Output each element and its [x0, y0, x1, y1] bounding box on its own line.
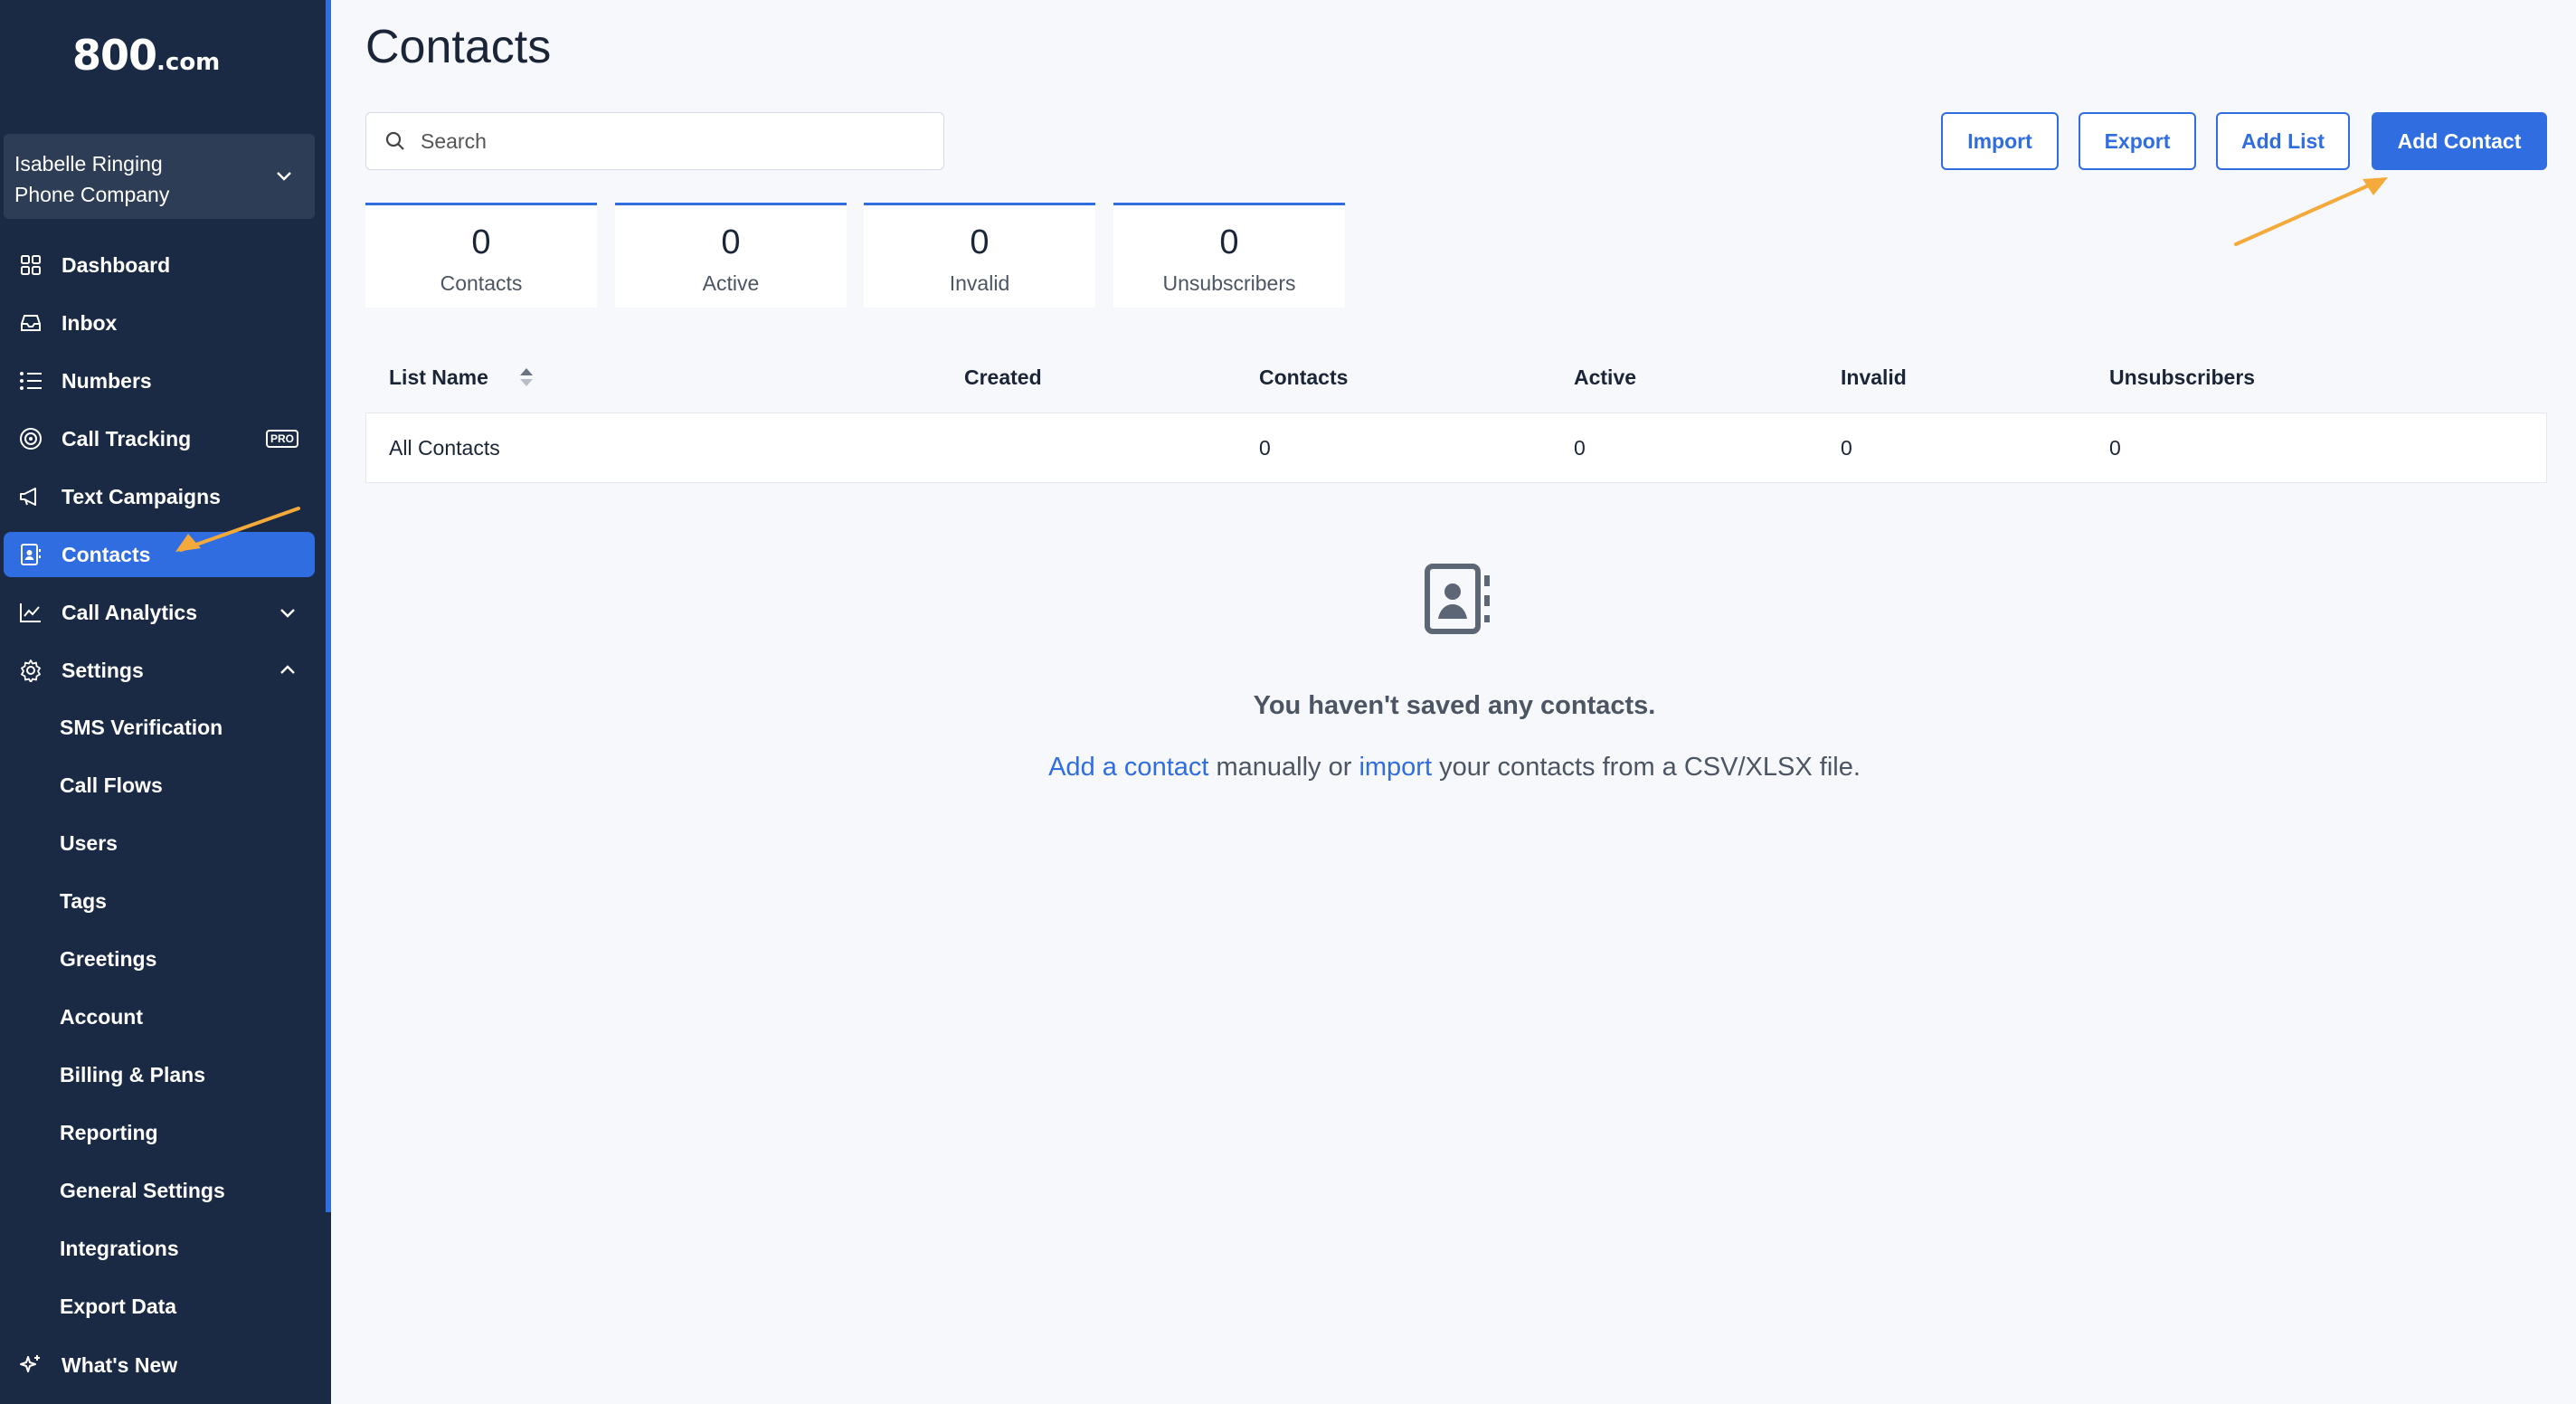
- annotation-arrow-icon: [2234, 177, 2388, 246]
- sidebar-item-call-analytics[interactable]: Call Analytics: [4, 590, 315, 635]
- sidebar-subitem-integrations[interactable]: Integrations: [60, 1228, 179, 1268]
- cell-list-name[interactable]: All Contacts: [389, 436, 500, 460]
- sidebar-subitem-account[interactable]: Account: [60, 997, 143, 1037]
- target-icon: [18, 426, 43, 451]
- line-chart-icon: [18, 600, 43, 625]
- stat-value: 0: [471, 223, 491, 261]
- table-row[interactable]: [365, 413, 2547, 483]
- sidebar-subitem-users[interactable]: Users: [60, 823, 118, 863]
- brand-logo[interactable]: 800.com: [72, 31, 220, 80]
- cell-contacts: 0: [1259, 436, 1271, 460]
- annotation-arrow-icon: [175, 507, 300, 552]
- sidebar-scrollbar[interactable]: [326, 0, 331, 1212]
- sidebar-item-settings[interactable]: Settings: [4, 648, 315, 693]
- sidebar-item-dashboard[interactable]: Dashboard: [4, 242, 315, 288]
- sidebar-item-label: Numbers: [62, 368, 152, 393]
- sidebar-subitem-greetings[interactable]: Greetings: [60, 939, 156, 979]
- sidebar-item-label: Call Analytics: [62, 600, 197, 624]
- sidebar-subitem-tags[interactable]: Tags: [60, 881, 107, 921]
- empty-state-message: Add a contact manually or import your co…: [0, 753, 2576, 783]
- sidebar-item-label: Settings: [62, 658, 144, 682]
- column-header-list-name[interactable]: List Name: [389, 365, 488, 390]
- stat-label: Active: [702, 271, 760, 295]
- sidebar-item-call-tracking[interactable]: Call Tracking PRO: [4, 416, 315, 461]
- chevron-up-icon[interactable]: [277, 659, 298, 681]
- pro-badge: PRO: [265, 430, 298, 448]
- contacts-book-icon: [1425, 564, 1490, 634]
- empty-text-2: your contacts from a CSV/XLSX file.: [1432, 753, 1861, 782]
- export-button[interactable]: Export: [2079, 112, 2196, 170]
- sidebar-subitem-general-settings[interactable]: General Settings: [60, 1171, 225, 1210]
- stat-value: 0: [970, 223, 990, 261]
- search-input[interactable]: [421, 128, 927, 154]
- megaphone-icon: [18, 484, 43, 509]
- account-name-line1: Isabelle Ringing: [14, 152, 163, 176]
- stat-card-active: 0 Active: [615, 203, 847, 308]
- stat-label: Invalid: [949, 271, 1010, 295]
- sidebar-item-label: Contacts: [62, 542, 151, 566]
- stat-value: 0: [721, 223, 741, 261]
- sidebar-subitem-reporting[interactable]: Reporting: [60, 1113, 158, 1153]
- sidebar-item-label: Dashboard: [62, 252, 171, 277]
- account-name-line2: Phone Company: [14, 183, 170, 206]
- inbox-icon: [18, 310, 43, 336]
- sidebar-item-label: Inbox: [62, 310, 118, 335]
- stat-label: Unsubscribers: [1162, 271, 1296, 295]
- stat-label: Contacts: [440, 271, 523, 295]
- empty-state-title: You haven't saved any contacts.: [1253, 691, 1656, 720]
- page-title: Contacts: [365, 21, 552, 73]
- column-header-invalid[interactable]: Invalid: [1841, 365, 1907, 390]
- add-contact-link[interactable]: Add a contact: [1048, 753, 1208, 782]
- add-list-button[interactable]: Add List: [2216, 112, 2350, 170]
- contacts-book-icon: [18, 542, 43, 567]
- search-icon: [385, 131, 404, 150]
- stat-value: 0: [1219, 223, 1239, 261]
- cell-invalid: 0: [1841, 436, 1852, 460]
- app-root: 800.com Isabelle Ringing Phone Company D…: [0, 0, 2576, 1404]
- grid-icon: [18, 252, 43, 278]
- search-box[interactable]: [365, 112, 944, 170]
- column-header-unsubscribers[interactable]: Unsubscribers: [2109, 365, 2255, 390]
- sidebar-subitem-billing-plans[interactable]: Billing & Plans: [60, 1055, 205, 1095]
- column-header-contacts[interactable]: Contacts: [1259, 365, 1348, 390]
- cell-active: 0: [1574, 436, 1586, 460]
- sidebar-item-whats-new[interactable]: What's New: [4, 1342, 315, 1388]
- empty-text-1: manually or: [1208, 753, 1359, 782]
- sidebar-item-inbox[interactable]: Inbox: [4, 300, 315, 346]
- sidebar-item-numbers[interactable]: Numbers: [4, 358, 315, 403]
- stat-card-unsubscribers: 0 Unsubscribers: [1113, 203, 1345, 308]
- logo-main: 800: [72, 31, 157, 80]
- add-contact-button[interactable]: Add Contact: [2372, 112, 2547, 170]
- logo-suffix: .com: [156, 49, 221, 76]
- account-switcher[interactable]: Isabelle Ringing Phone Company: [4, 134, 315, 219]
- chevron-down-icon: [277, 172, 291, 181]
- sparkle-icon: [18, 1352, 43, 1378]
- column-header-created[interactable]: Created: [964, 365, 1042, 390]
- list-icon: [18, 368, 43, 394]
- column-header-active[interactable]: Active: [1574, 365, 1636, 390]
- stat-card-invalid: 0 Invalid: [864, 203, 1095, 308]
- chevron-down-icon[interactable]: [277, 602, 298, 623]
- sort-icon[interactable]: [517, 365, 535, 389]
- import-link[interactable]: import: [1359, 753, 1432, 782]
- sidebar-subitem-export-data[interactable]: Export Data: [60, 1286, 176, 1326]
- sidebar-item-label: Call Tracking: [62, 426, 192, 451]
- cell-unsubscribers: 0: [2109, 436, 2121, 460]
- import-button[interactable]: Import: [1941, 112, 2059, 170]
- gear-icon: [18, 658, 43, 683]
- sidebar-item-label: What's New: [62, 1352, 178, 1377]
- stat-card-contacts: 0 Contacts: [365, 203, 597, 308]
